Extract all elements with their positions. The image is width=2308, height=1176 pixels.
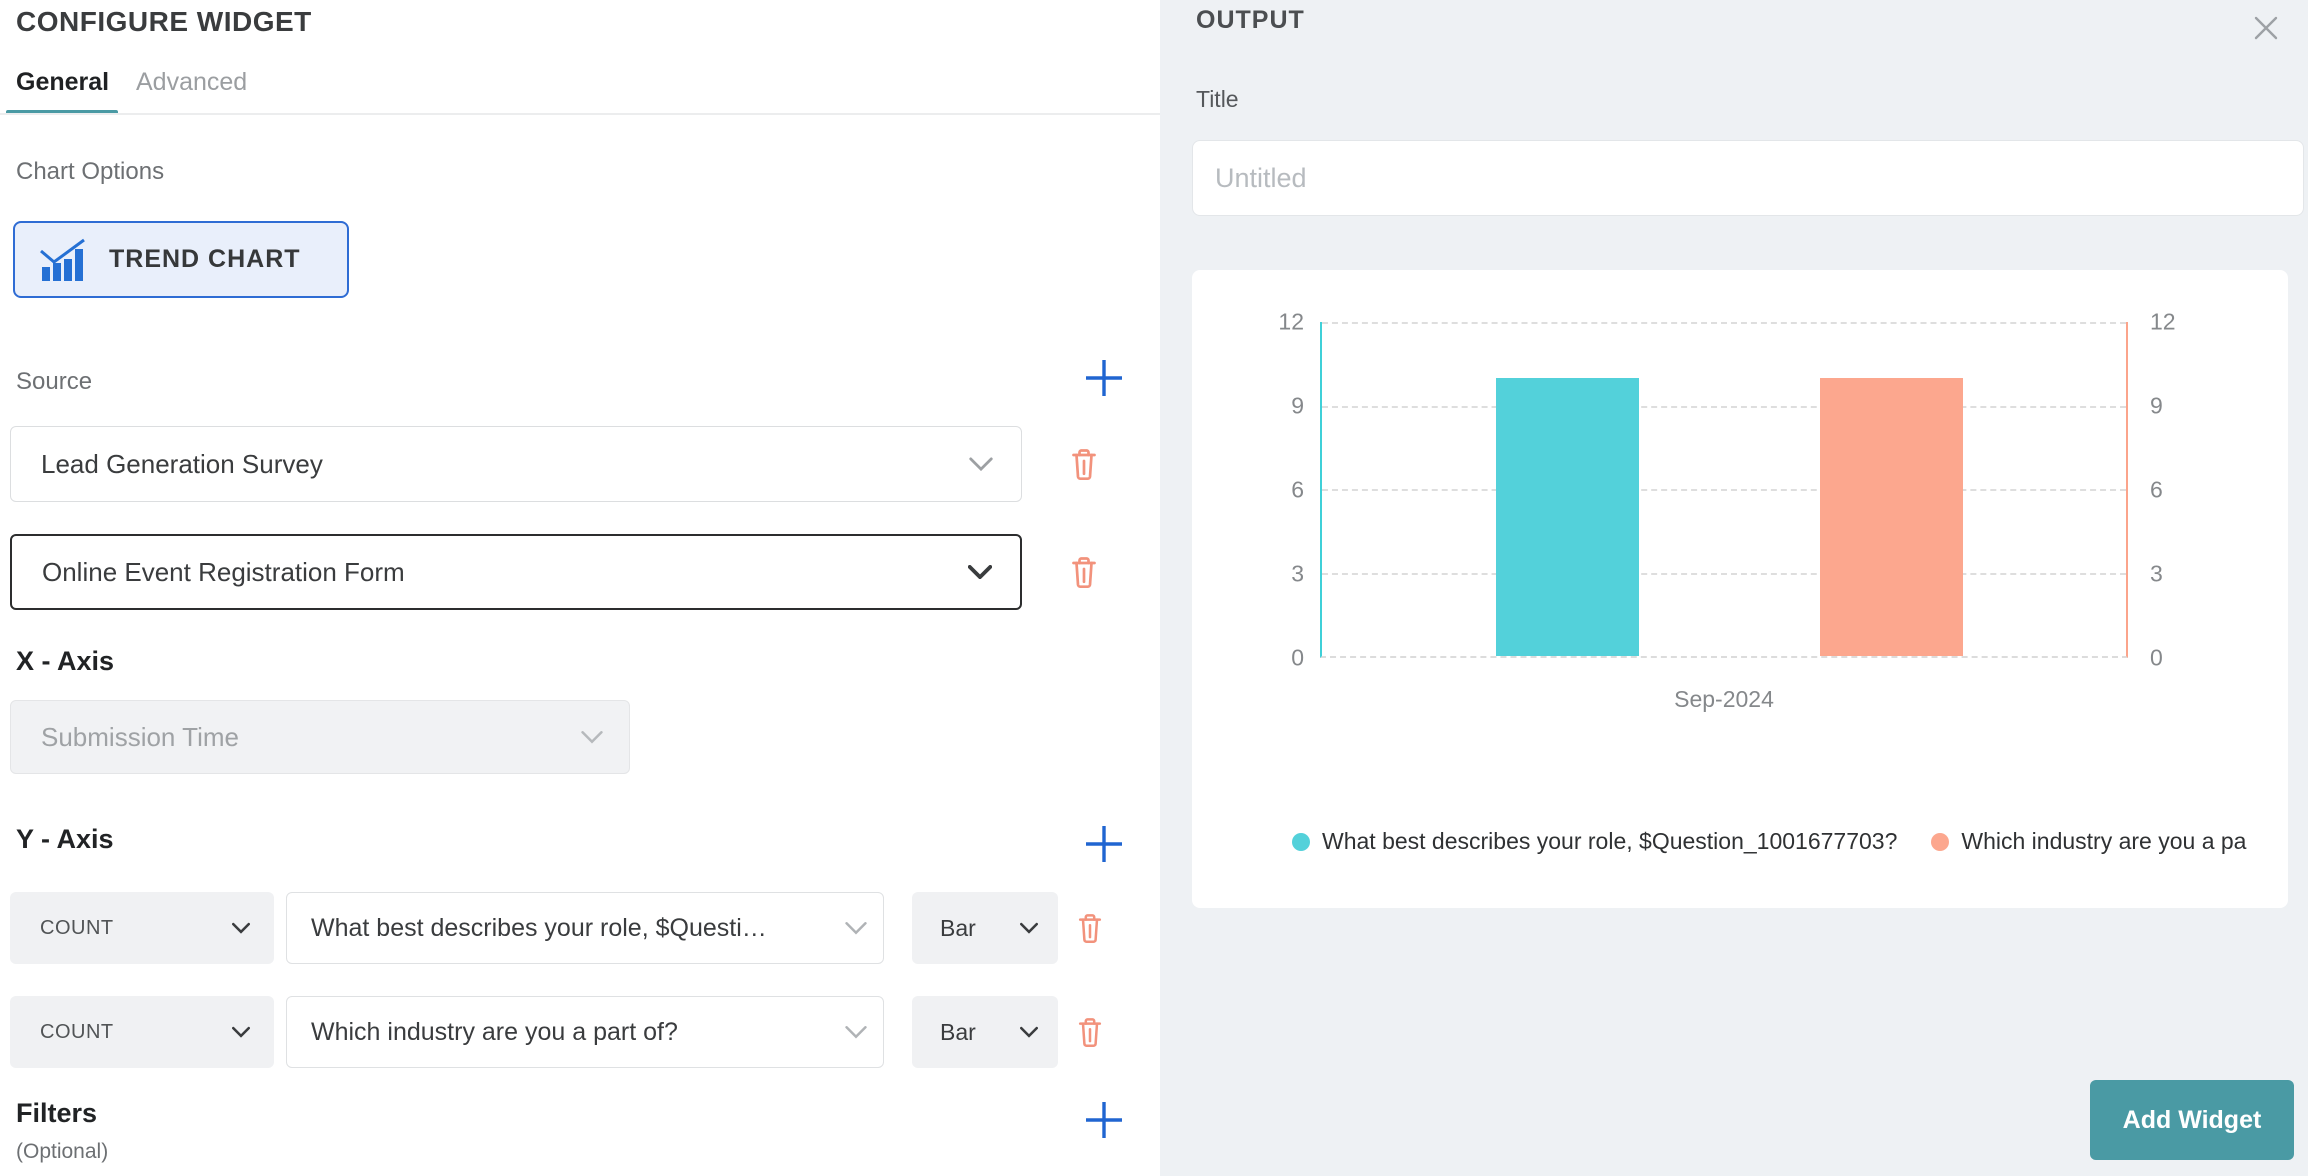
source-select-1-value: Lead Generation Survey [11,449,323,480]
y-tick-label: 3 [2150,561,2214,588]
chevron-down-icon [1020,923,1038,934]
y2-aggregate-select[interactable]: COUNT [10,996,274,1068]
chevron-down-icon [581,731,603,744]
output-panel: OUTPUT Title 12 9 6 3 0 12 9 6 3 0 Sep-2024 What… [1160,0,2308,1176]
y1-aggregate-value: COUNT [10,917,114,940]
chevron-down-icon [845,922,867,935]
y-tick-label: 9 [2150,393,2214,420]
y1-type-value: Bar [912,915,976,942]
y-tick-label: 12 [1240,309,1304,336]
chevron-down-icon [845,1026,867,1039]
filters-optional-label: (Optional) [16,1140,108,1164]
chart-options-label: Chart Options [16,158,164,186]
y1-aggregate-select[interactable]: COUNT [10,892,274,964]
title-input[interactable] [1192,140,2304,216]
chevron-down-icon [232,923,250,934]
tabs-divider [0,113,1160,115]
trend-chart-button[interactable]: TREND CHART [13,221,349,298]
y2-aggregate-value: COUNT [10,1021,114,1044]
trash-icon [1069,447,1099,481]
plus-icon [1082,356,1126,400]
y-axis-ticks-right: 129630 [2150,322,2214,658]
y-axis-ticks-left: 129630 [1240,322,1304,658]
chart-preview-card: 12 9 6 3 0 12 9 6 3 0 Sep-2024 What best describ… [1192,270,2288,908]
tab-advanced[interactable]: Advanced [136,68,247,97]
y-tick-label: 12 [2150,309,2214,336]
add-source-button[interactable] [1080,354,1128,402]
plus-icon [1082,1098,1126,1142]
delete-y1-button[interactable] [1068,904,1112,952]
y1-field-select[interactable]: What best describes your role, $Questi… [286,892,884,964]
configure-widget-screen: CONFIGURE WIDGET General Advanced Chart … [0,0,2308,1176]
filters-label: Filters [16,1098,97,1129]
chevron-down-icon [968,565,992,579]
chart-plot-area [1320,322,2128,658]
plus-icon [1082,822,1126,866]
gridline [1322,322,2126,324]
source-label: Source [16,368,92,396]
close-button[interactable] [2248,10,2284,46]
y2-type-select[interactable]: Bar [912,996,1058,1068]
add-filter-button[interactable] [1080,1096,1128,1144]
y-tick-label: 9 [1240,393,1304,420]
delete-source-1-button[interactable] [1062,440,1106,488]
legend-label: What best describes your role, $Question… [1322,828,1897,855]
legend-dot-icon [1292,833,1310,851]
title-field-label: Title [1196,86,1239,113]
source-select-1[interactable]: Lead Generation Survey [10,426,1022,502]
close-icon [2251,13,2281,43]
trash-icon [1076,912,1104,944]
add-widget-button[interactable]: Add Widget [2090,1080,2294,1160]
gridline [1322,489,2126,491]
chart-legend: What best describes your role, $Question… [1292,828,2284,855]
x-axis-category-label: Sep-2024 [1320,686,2128,713]
panel-title: CONFIGURE WIDGET [16,6,312,38]
x-axis-select-value: Submission Time [11,722,239,753]
legend-item: What best describes your role, $Question… [1292,828,1897,855]
source-select-2[interactable]: Online Event Registration Form [10,534,1022,610]
y1-type-select[interactable]: Bar [912,892,1058,964]
trend-chart-icon [39,237,87,283]
x-axis-label: X - Axis [16,646,114,677]
configure-panel: CONFIGURE WIDGET General Advanced Chart … [0,0,1160,1176]
bar-series-0 [1496,378,1639,656]
x-axis-select: Submission Time [10,700,630,774]
source-select-2-value: Online Event Registration Form [12,557,405,588]
delete-source-2-button[interactable] [1062,548,1106,596]
trash-icon [1076,1016,1104,1048]
delete-y2-button[interactable] [1068,1008,1112,1056]
y-tick-label: 6 [1240,477,1304,504]
chevron-down-icon [969,457,993,471]
trash-icon [1069,555,1099,589]
y2-field-value: Which industry are you a part of? [287,1018,678,1047]
gridline [1322,573,2126,575]
y1-field-value: What best describes your role, $Questi… [287,914,767,943]
y-tick-label: 0 [2150,645,2214,672]
add-y-axis-button[interactable] [1080,820,1128,868]
chevron-down-icon [1020,1027,1038,1038]
y2-field-select[interactable]: Which industry are you a part of? [286,996,884,1068]
y2-type-value: Bar [912,1019,976,1046]
y-axis-label: Y - Axis [16,824,114,855]
chevron-down-icon [232,1027,250,1038]
legend-dot-icon [1931,833,1949,851]
gridline [1322,406,2126,408]
legend-label: Which industry are you a pa [1961,828,2246,855]
y-tick-label: 0 [1240,645,1304,672]
trend-chart-label: TREND CHART [109,245,301,274]
y-tick-label: 3 [1240,561,1304,588]
y-tick-label: 6 [2150,477,2214,504]
output-title: OUTPUT [1196,6,1305,35]
bar-series-1 [1820,378,1963,656]
tab-general[interactable]: General [16,68,109,97]
legend-item: Which industry are you a pa [1931,828,2246,855]
